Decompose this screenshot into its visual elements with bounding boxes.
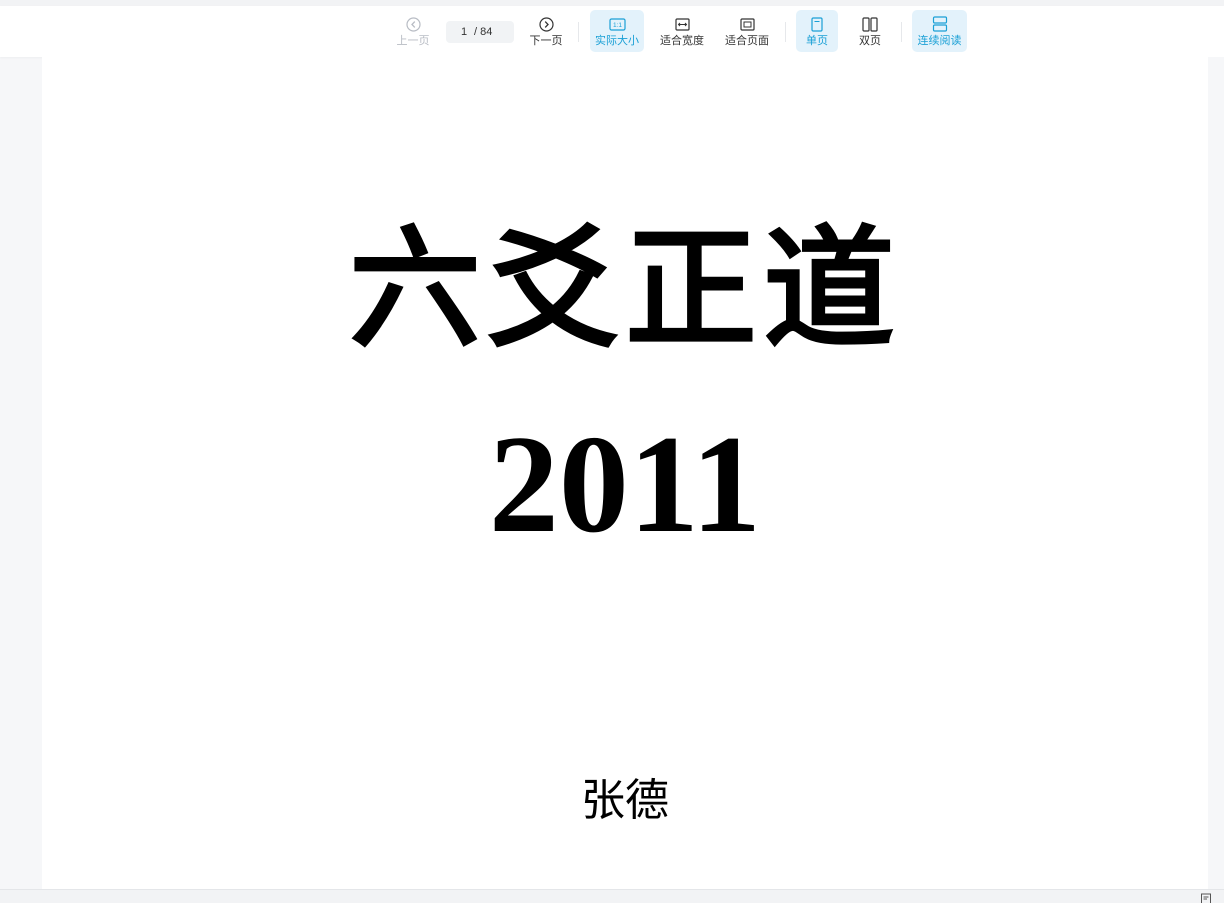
actual-size-button[interactable]: 1:1 实际大小 [590,10,644,52]
double-page-icon [862,16,878,33]
continuous-scroll-icon [932,16,948,33]
single-page-icon [811,16,823,33]
status-bar [0,889,1224,903]
document-page: 六爻正道 2011 张德 [42,57,1208,889]
actual-size-label: 实际大小 [595,34,639,47]
one-to-one-icon-text: 1:1 [612,22,621,29]
circle-chevron-left-icon [405,16,421,33]
fit-width-label: 适合宽度 [660,34,704,47]
toolbar-divider [785,22,786,42]
document-year: 2011 [488,407,762,562]
total-pages: / 84 [474,26,493,38]
next-page-label: 下一页 [529,34,563,47]
fit-page-label: 适合页面 [725,34,769,47]
next-page-button[interactable]: 下一页 [525,10,567,52]
viewer-toolbar: 上一页 1 / 84 下一页 1:1 实际大小 适合宽度 适合页面 单页 双页 … [0,6,1224,57]
circle-chevron-right-icon [538,16,554,33]
continuous-reading-button[interactable]: 连续阅读 [912,10,967,52]
single-page-button[interactable]: 单页 [796,10,838,52]
prev-page-button[interactable]: 上一页 [392,10,434,52]
fit-width-icon [674,16,690,33]
fit-page-icon [739,16,755,33]
page-indicator[interactable]: 1 / 84 [446,21,514,43]
single-page-label: 单页 [806,34,828,47]
one-to-one-icon: 1:1 [608,16,626,33]
double-page-button[interactable]: 双页 [849,10,891,52]
fit-page-button[interactable]: 适合页面 [721,10,773,52]
prev-page-label: 上一页 [396,34,430,47]
continuous-reading-label: 连续阅读 [917,34,962,47]
document-title: 六爻正道 [349,212,901,367]
fit-width-button[interactable]: 适合宽度 [656,10,708,52]
document-author: 张德 [581,775,669,826]
double-page-label: 双页 [859,34,881,47]
document-outline-icon[interactable] [1200,892,1212,903]
right-gutter [1208,57,1224,889]
toolbar-divider [901,22,902,42]
toolbar-divider [578,22,579,42]
